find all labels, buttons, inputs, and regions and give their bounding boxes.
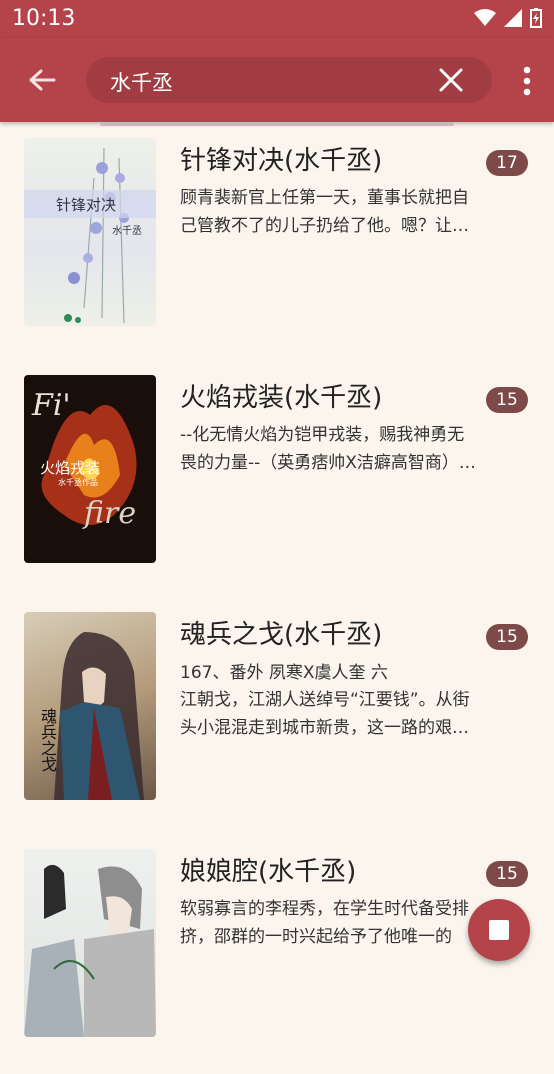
cover-art [24,864,156,1037]
cover-title: 魂兵之戈 [38,708,57,772]
book-description: 软弱寡言的李程秀，在学生时代备受排 挤，邵群的一时兴起给予了他唯一的 [180,895,498,951]
book-title: 魂兵之戈(水千丞) [180,620,383,650]
description-line: 软弱寡言的李程秀，在学生时代备受排 [180,899,469,919]
book-cover: Fi' fire 火焰戎装 水千丞作品 [24,375,156,563]
book-item[interactable]: 针锋对决 水千丞 针锋对决(水千丞) 17 顾青裴新官上任第一天，董事长就把自 … [0,126,554,363]
svg-text:fire: fire [82,496,136,531]
book-title: 火焰戎装(水千丞) [180,383,383,413]
description-line: 头小混混走到城市新贵，这一路的艰… [180,718,469,738]
book-item[interactable]: Fi' fire 火焰戎装 水千丞作品 火焰戎装(水千丞) 15 --化无情火焰… [0,363,554,600]
search-input[interactable]: 水千丞 [110,67,173,97]
clear-icon[interactable] [438,67,464,93]
description-line: 江朝戈，江湖人送绰号“江要钱”。从街 [180,690,470,710]
book-item[interactable]: 魂兵之戈 魂兵之戈(水千丞) 15 167、番外 夙寒X虞人奎 六 江朝戈，江湖… [0,600,554,837]
description-line: --化无情火焰为铠甲戎装，赐我神勇无 [180,425,465,445]
svg-text:Fi': Fi' [31,388,71,423]
latest-chapter: 167、番外 夙寒X虞人奎 六 [180,663,388,683]
description-line: 挤，邵群的一时兴起给予了他唯一的 [180,927,452,947]
description-line: 畏的力量--（英勇痞帅X洁癖高智商）… [180,453,476,473]
chapter-count-badge: 17 [486,150,528,176]
book-item[interactable]: 娘娘腔(水千丞) 15 软弱寡言的李程秀，在学生时代备受排 挤，邵群的一时兴起给… [0,837,554,1074]
book-cover [24,849,156,1037]
cover-author: 水千丞 [112,226,142,237]
chapter-count-badge: 15 [486,624,528,650]
book-cover: 魂兵之戈 [24,612,156,800]
description-line: 顾青裴新官上任第一天，董事长就把自 [180,188,469,208]
description-line: 己管教不了的儿子扔给了他。嗯？让… [180,216,469,236]
book-cover: 针锋对决 水千丞 [24,138,156,326]
cover-title: 针锋对决 [56,196,117,214]
stop-search-button[interactable] [468,899,530,961]
book-title: 娘娘腔(水千丞) [180,857,357,887]
stop-icon [489,920,509,940]
arrow-back-icon [29,69,56,91]
cell-signal-icon [504,9,522,27]
app-bar: 水千丞 [0,38,554,122]
wifi-icon [474,9,496,26]
more-vert-icon[interactable] [522,66,532,96]
cover-author: 水千丞作品 [58,478,98,487]
status-bar: 10:13 [0,0,554,38]
book-description: --化无情火焰为铠甲戎装，赐我神勇无 畏的力量--（英勇痞帅X洁癖高智商）… [180,421,498,477]
chapter-count-badge: 15 [486,861,528,887]
cover-title: 火焰戎装 [40,459,101,477]
battery-icon [530,8,542,28]
chapter-count-badge: 15 [486,387,528,413]
book-description: 江朝戈，江湖人送绰号“江要钱”。从街 头小混混走到城市新贵，这一路的艰… [180,686,498,742]
search-field[interactable]: 水千丞 [86,57,492,103]
back-button[interactable] [22,60,62,100]
book-title: 针锋对决(水千丞) [180,146,383,176]
status-icons [474,8,542,28]
book-description: 顾青裴新官上任第一天，董事长就把自 己管教不了的儿子扔给了他。嗯？让… [180,184,498,240]
clock: 10:13 [12,6,76,31]
